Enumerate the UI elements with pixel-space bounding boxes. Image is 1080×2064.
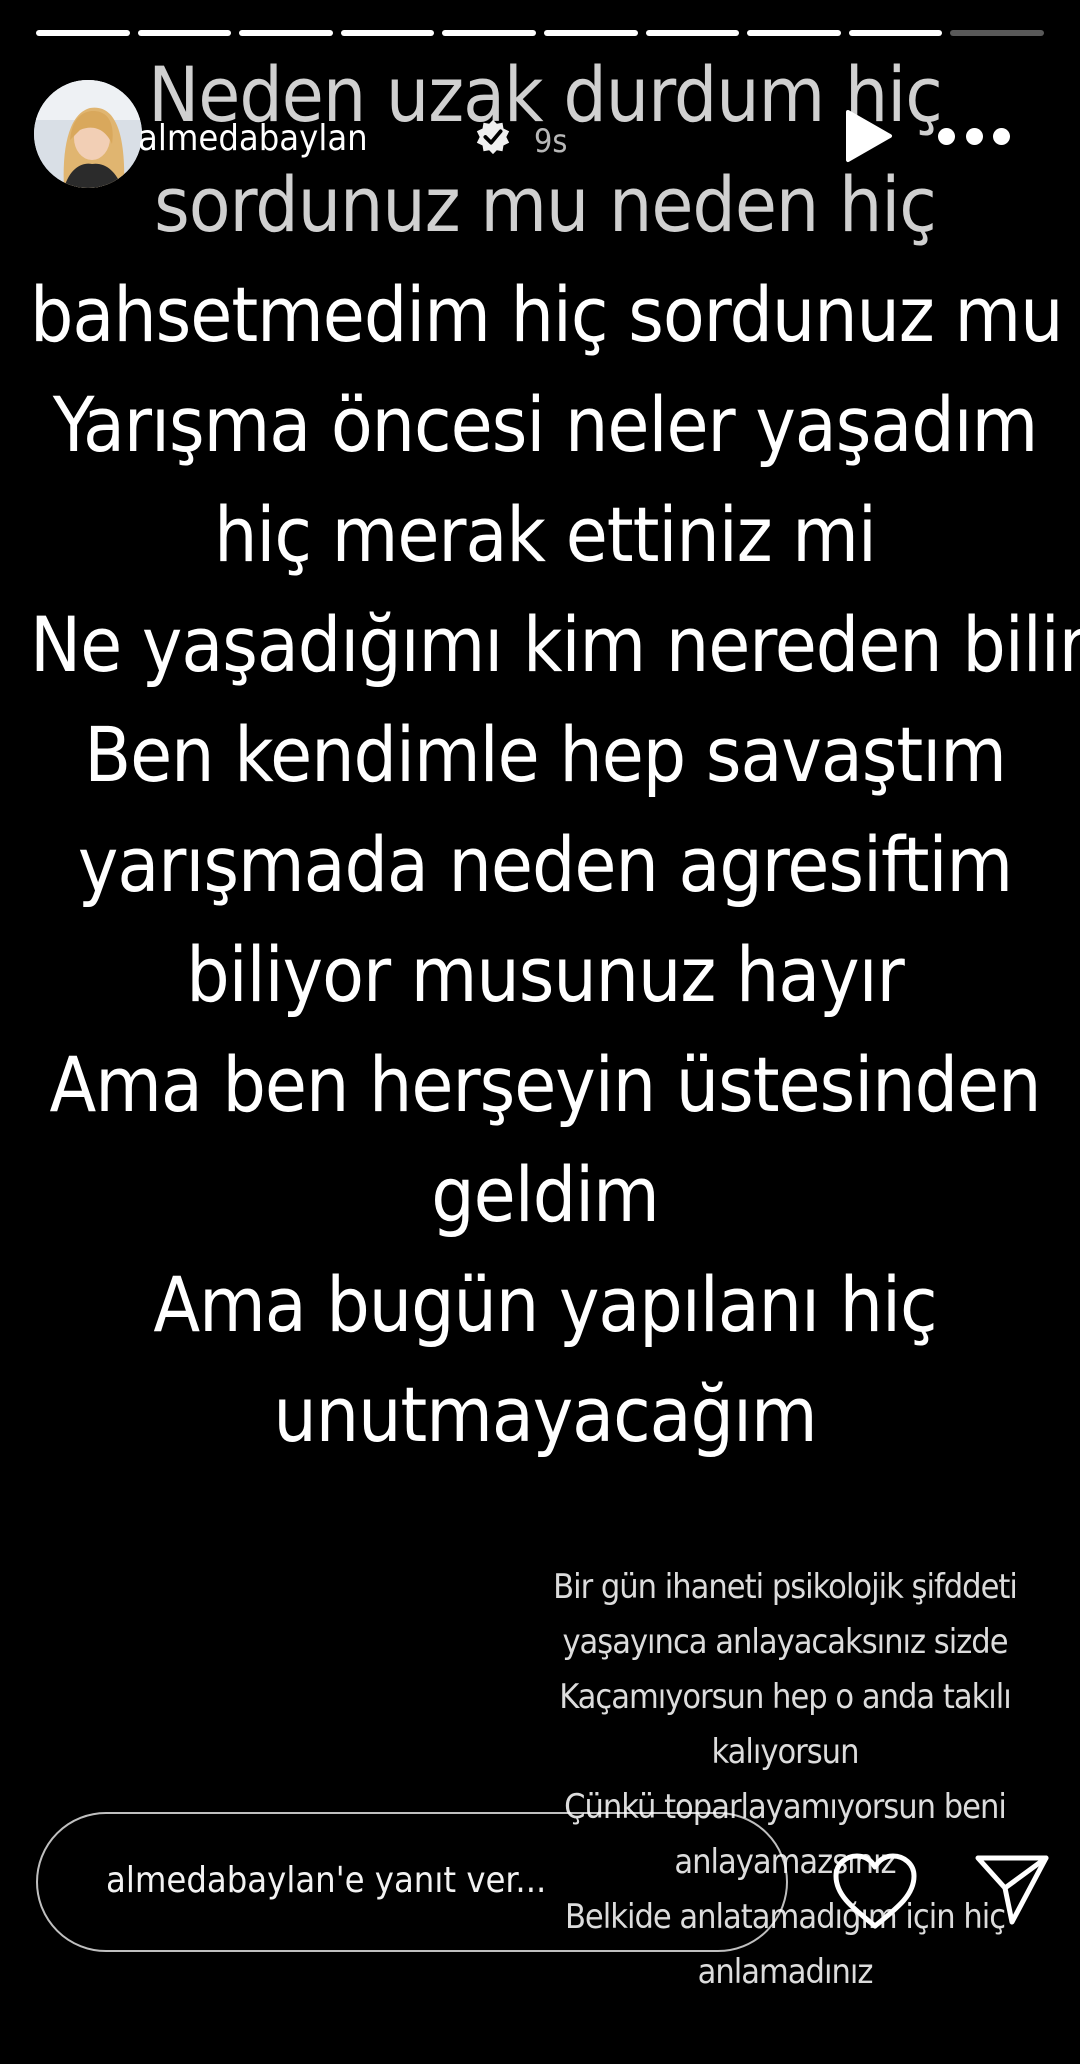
heart-icon[interactable] — [830, 1852, 920, 1932]
story-text-line: Ama bugün yapılanı hiç — [153, 1260, 937, 1349]
progress-segment — [950, 30, 1044, 36]
story-text-line: geldim — [431, 1150, 660, 1239]
send-icon[interactable] — [972, 1848, 1052, 1928]
more-dot — [965, 127, 983, 145]
story-text-line: Ama ben herşeyin üstesinden — [49, 1040, 1042, 1129]
progress-segment — [340, 30, 435, 36]
progress-segment — [137, 30, 232, 36]
play-icon[interactable] — [842, 108, 894, 164]
progress-segment — [747, 30, 841, 36]
more-dot — [938, 127, 955, 145]
story-small-text-line: Bir gün ihaneti psikolojik şifddeti — [553, 1567, 1018, 1607]
story-small-text-line: anlamadınız — [697, 1952, 874, 1992]
more-options-icon[interactable] — [938, 124, 1010, 148]
progress-segment — [645, 30, 740, 36]
reply-placeholder: almedabaylan'e yanıt ver... — [106, 1860, 547, 1901]
story-timestamp: 9s — [534, 122, 568, 160]
story-viewer[interactable]: Neden uzak durdum hiç sordunuz mu neden … — [0, 0, 1080, 2064]
story-text-line: bahsetmedim hiç sordunuz mu — [30, 270, 1063, 359]
avatar[interactable] — [34, 80, 142, 188]
story-small-text-line: Kaçamıyorsun hep o anda takılı — [559, 1677, 1012, 1717]
story-header: almedabaylan 9s — [34, 80, 1044, 190]
progress-segment — [36, 30, 130, 36]
story-text-line: biliyor musunuz hayır — [186, 930, 904, 1019]
progress-segment — [543, 30, 638, 36]
verified-badge-icon — [476, 119, 510, 155]
story-username[interactable]: almedabaylan — [138, 118, 368, 159]
story-text-line: Yarışma öncesi neler yaşadım — [52, 380, 1039, 469]
story-main-text: Neden uzak durdum hiç sordunuz mu neden … — [30, 40, 1080, 1470]
story-small-text-line: yaşayınca anlayacaksınız sizde — [562, 1622, 1008, 1662]
story-text-line: Ben kendimle hep savaştım — [84, 710, 1007, 799]
story-text-line: unutmayacağım — [273, 1370, 817, 1459]
story-text-line: Ne yaşadığımı kim nereden bilir — [30, 600, 1080, 689]
story-text-line: hiç merak ettiniz mi — [214, 490, 877, 579]
progress-segment — [239, 30, 333, 36]
progress-segment — [442, 30, 536, 36]
story-text-line: yarışmada neden agresiftim — [77, 820, 1013, 909]
reply-input[interactable]: almedabaylan'e yanıt ver... — [36, 1812, 788, 1952]
progress-segment — [848, 30, 943, 36]
story-small-text-line: kalıyorsun — [711, 1732, 860, 1772]
story-progress-bar — [36, 30, 1044, 36]
more-dot — [993, 127, 1010, 145]
